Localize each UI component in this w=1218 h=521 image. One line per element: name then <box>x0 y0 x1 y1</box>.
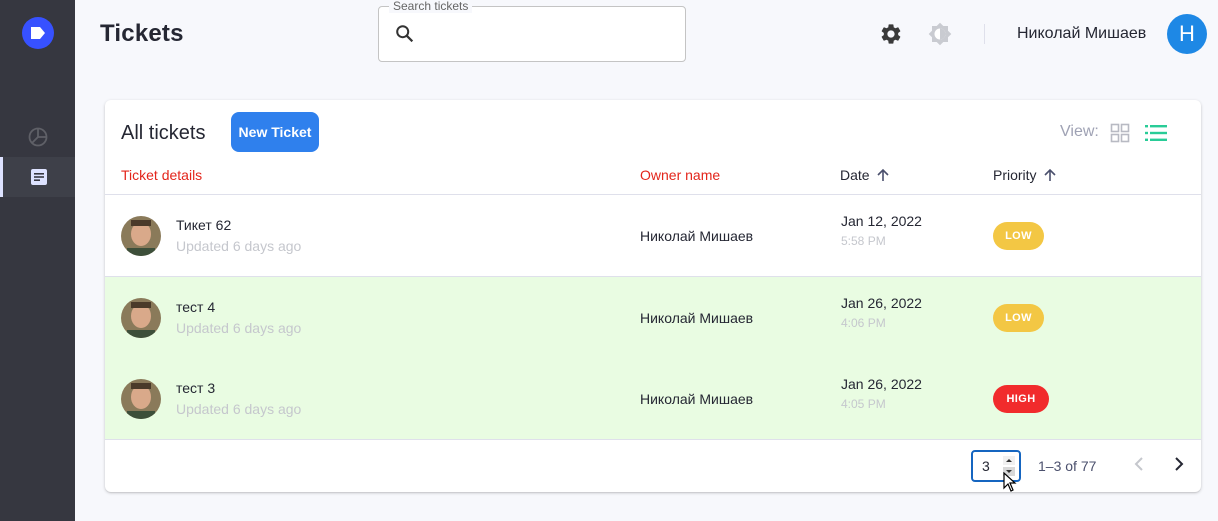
rows-per-page-value: 3 <box>982 458 990 474</box>
column-header-owner[interactable]: Owner name <box>640 167 720 183</box>
owner-avatar <box>121 298 161 338</box>
sidebar-item-tickets[interactable] <box>0 157 75 197</box>
page-title: Tickets <box>100 20 184 47</box>
column-header-details[interactable]: Ticket details <box>121 167 202 183</box>
ticket-time: 4:05 PM <box>841 397 886 411</box>
mouse-cursor-icon <box>1003 472 1017 492</box>
priority-badge: LOW <box>993 222 1044 250</box>
owner-name: Николай Мишаев <box>640 310 754 326</box>
grid-view-icon[interactable] <box>1110 123 1130 143</box>
column-header-details-label: Ticket details <box>121 167 203 183</box>
ticket-time: 4:06 PM <box>841 316 886 330</box>
chevron-left-icon[interactable] <box>1131 455 1147 473</box>
table-row[interactable]: тест 3 Updated 6 days ago Николай Мишаев… <box>105 358 1201 440</box>
ticket-time: 5:58 PM <box>841 234 886 248</box>
owner-avatar <box>121 216 161 256</box>
column-header-owner-label: Owner name <box>640 167 721 183</box>
ticket-updated: Updated 6 days ago <box>176 238 302 254</box>
column-header-priority-label: Priority <box>993 167 1037 183</box>
new-ticket-button[interactable]: New Ticket <box>231 112 319 152</box>
ticket-list-icon <box>31 169 47 185</box>
column-header-date-label: Date <box>840 167 870 183</box>
pie-chart-icon <box>28 127 47 147</box>
theme-toggle-icon[interactable] <box>927 21 953 47</box>
tickets-card: All tickets New Ticket View: Ticket deta… <box>105 100 1201 492</box>
owner-avatar <box>121 379 161 419</box>
search-icon <box>396 25 414 43</box>
app-logo-icon[interactable] <box>22 17 54 49</box>
table-row[interactable]: Тикет 62 Updated 6 days ago Николай Миша… <box>105 195 1201 277</box>
search-input[interactable] <box>425 21 675 49</box>
priority-badge: HIGH <box>993 385 1049 413</box>
list-view-icon[interactable] <box>1144 123 1168 143</box>
owner-name: Николай Мишаев <box>640 391 754 407</box>
search-label: Search tickets <box>389 0 473 13</box>
table-row[interactable]: тест 4 Updated 6 days ago Николай Мишаев… <box>105 277 1201 359</box>
ticket-updated: Updated 6 days ago <box>176 320 302 336</box>
column-header-priority[interactable]: Priority <box>993 167 1057 183</box>
ticket-title: тест 4 <box>176 299 216 315</box>
sidebar-item-overview[interactable] <box>0 117 75 157</box>
card-title: All tickets <box>121 122 206 144</box>
chevron-right-icon[interactable] <box>1171 455 1187 473</box>
sort-arrow-up-icon <box>1043 168 1056 181</box>
user-name: Николай Мишаев <box>1017 25 1147 42</box>
ticket-title: тест 3 <box>176 380 216 396</box>
settings-gear-icon[interactable] <box>878 21 904 47</box>
priority-badge: LOW <box>993 304 1044 332</box>
sidebar <box>0 0 75 521</box>
search-field[interactable]: Search tickets <box>378 0 686 62</box>
ticket-date: Jan 12, 2022 <box>841 213 922 229</box>
ticket-title: Тикет 62 <box>176 217 232 233</box>
user-avatar[interactable]: Н <box>1167 14 1207 54</box>
view-label: View: <box>1060 123 1099 140</box>
column-header-date[interactable]: Date <box>840 167 890 183</box>
ticket-date: Jan 26, 2022 <box>841 295 922 311</box>
owner-name: Николай Мишаев <box>640 228 754 244</box>
header-divider <box>984 24 985 44</box>
pagination-range: 1–3 of 77 <box>1038 458 1097 474</box>
ticket-updated: Updated 6 days ago <box>176 401 302 417</box>
ticket-date: Jan 26, 2022 <box>841 376 922 392</box>
sort-arrow-up-icon <box>877 168 889 181</box>
